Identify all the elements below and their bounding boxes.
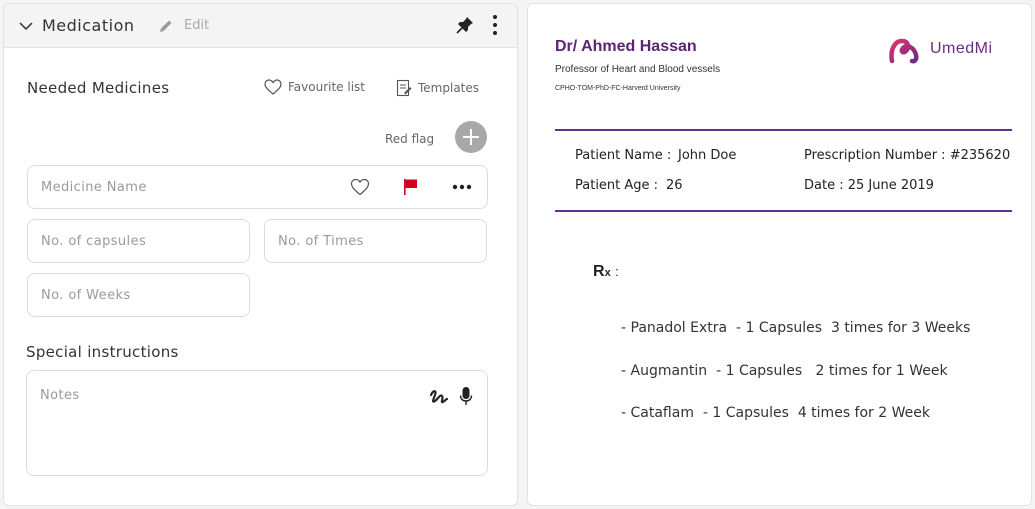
divider-top [555,129,1012,131]
prescription-date: Date : 25 June 2019 [804,178,934,193]
weeks-placeholder: No. of Weeks [41,287,131,303]
red-flag-icon[interactable] [403,178,419,196]
more-options-icon[interactable] [490,15,500,37]
panel-title: Medication [42,16,135,35]
patient-name-value: John Doe [678,148,737,163]
microphone-icon[interactable] [459,386,473,406]
medication-panel: Medication Edit Needed Medicines Favouri… [3,3,518,506]
patient-age-label: Patient Age : [575,178,659,193]
handwriting-icon[interactable] [429,388,449,406]
medicine-name-input[interactable]: Medicine Name [27,165,488,209]
times-input[interactable]: No. of Times [264,219,487,263]
times-placeholder: No. of Times [278,233,364,249]
capsules-placeholder: No. of capsules [41,233,147,249]
panel-header: Medication Edit [4,4,517,48]
rx-symbol: Rx : [593,263,619,280]
prescribed-medicine-line: - Cataflam - 1 Capsules 4 times for 2 We… [621,405,930,421]
umedmi-logo-icon [889,38,919,64]
more-horizontal-icon[interactable] [452,184,472,190]
favourite-list-label: Favourite list [288,80,365,94]
add-medicine-button[interactable] [455,121,487,153]
heart-icon [264,79,282,95]
patient-name-label: Patient Name : [575,148,672,163]
notes-textarea[interactable]: Notes [26,370,488,476]
special-instructions-title: Special instructions [26,343,179,361]
template-icon [396,79,412,97]
needed-medicines-title: Needed Medicines [27,79,170,97]
heart-icon[interactable] [350,178,370,196]
red-flag-label: Red flag [385,132,435,146]
pin-icon[interactable] [456,16,474,34]
pencil-icon[interactable] [158,18,174,34]
prescribed-medicine-line: - Augmantin - 1 Capsules 2 times for 1 W… [621,363,948,379]
capsules-input[interactable]: No. of capsules [27,219,250,263]
doctor-name: Dr/ Ahmed Hassan [555,38,697,55]
favourite-list-button[interactable]: Favourite list [264,79,365,95]
notes-placeholder: Notes [40,388,80,403]
doctor-title: Professor of Heart and Blood vessels [555,64,721,75]
logo-text: UmedMi [930,40,993,57]
doctor-credentials: CPHO-TOM-PhD-FC-Harverd University [555,85,681,92]
edit-button[interactable]: Edit [184,18,209,33]
prescription-number: Prescription Number : #235620 [804,148,1011,163]
divider-bottom [555,210,1012,212]
medicine-name-placeholder: Medicine Name [41,179,147,195]
weeks-input[interactable]: No. of Weeks [27,273,250,317]
chevron-down-icon[interactable] [18,18,34,34]
templates-button[interactable]: Templates [396,79,479,97]
templates-label: Templates [418,81,480,95]
prescription-preview: Dr/ Ahmed Hassan Professor of Heart and … [527,3,1032,506]
prescribed-medicine-line: - Panadol Extra - 1 Capsules 3 times for… [621,320,971,336]
patient-age-value: 26 [666,178,683,193]
